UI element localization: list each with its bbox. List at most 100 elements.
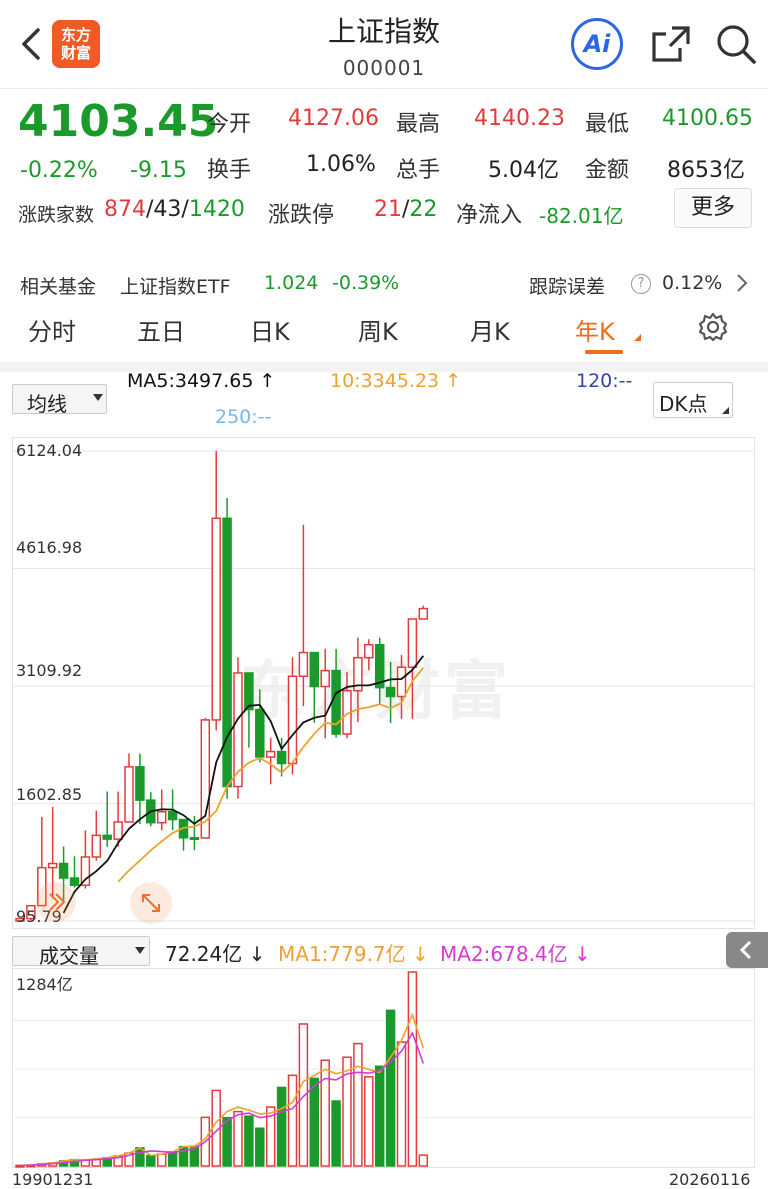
ma250-value: 250:-- xyxy=(215,406,272,428)
volume-value: 5.04亿 xyxy=(488,158,559,183)
netflow-value: -82.01亿 xyxy=(539,204,624,228)
limit-down-count: 22 xyxy=(409,197,438,222)
vol-ma2-line xyxy=(19,1031,425,1167)
volume-bar xyxy=(418,1154,429,1167)
fund-name[interactable]: 上证指数ETF xyxy=(120,272,231,299)
ma120-value: 120:-- xyxy=(576,370,633,392)
candle-body xyxy=(407,618,418,668)
tab-dropdown-icon[interactable] xyxy=(634,334,641,341)
candle-body xyxy=(385,686,396,698)
tab-3[interactable]: 周K xyxy=(358,312,398,347)
tab-4[interactable]: 月K xyxy=(470,312,510,347)
candle-body xyxy=(189,837,200,841)
candle-body xyxy=(167,811,178,821)
x-end-date: 20260116 xyxy=(669,1170,751,1189)
y-tick-label: 1602.85 xyxy=(16,785,83,804)
down-count: 1420 xyxy=(188,197,245,222)
candle-body xyxy=(113,821,123,840)
volume-bar xyxy=(385,1009,396,1167)
limit-up-count: 21 xyxy=(374,197,402,222)
limit-values: 21/22 xyxy=(374,197,438,222)
volume-bar xyxy=(331,1100,341,1167)
volume-ma1: MA1:779.7亿 ↓ xyxy=(278,942,429,966)
volume-label: 总手 xyxy=(396,158,441,183)
candle-body xyxy=(309,651,320,688)
candle-body xyxy=(58,862,69,879)
volume-bar xyxy=(167,1151,178,1167)
active-tab-indicator xyxy=(585,350,623,354)
tab-2[interactable]: 日K xyxy=(250,312,290,347)
share-icon[interactable] xyxy=(650,22,694,66)
breadth-label: 涨跌家数 xyxy=(18,204,95,226)
breadth-values: 874/43/1420 xyxy=(104,197,245,222)
high-label: 最高 xyxy=(396,112,441,137)
kline-chart[interactable] xyxy=(0,437,768,929)
volume-bar xyxy=(244,1115,254,1167)
y-tick-label: 6124.04 xyxy=(16,441,83,460)
volume-bar xyxy=(146,1154,156,1167)
candle-body xyxy=(156,811,167,824)
search-icon[interactable] xyxy=(714,22,758,66)
low-label: 最低 xyxy=(585,112,630,137)
volume-bar xyxy=(374,1065,385,1167)
ma10-value: 10:3345.23 ↑ xyxy=(330,370,462,392)
candle-body xyxy=(298,651,309,677)
chevron-right-icon[interactable] xyxy=(734,270,750,300)
app-logo: 东方 财富 xyxy=(52,20,100,68)
volume-indicator-selector[interactable]: 成交量 xyxy=(12,936,150,968)
candle-body xyxy=(418,607,429,620)
candle-body xyxy=(276,750,287,765)
high-value: 4140.23 xyxy=(474,106,565,131)
candle-body xyxy=(320,669,330,688)
turnover-label: 换手 xyxy=(207,158,252,183)
fund-change: -0.39% xyxy=(332,272,400,294)
expand-icon[interactable] xyxy=(130,882,172,924)
stock-code: 000001 xyxy=(342,56,426,80)
volume-bar xyxy=(255,1127,265,1167)
volume-chart[interactable] xyxy=(0,968,768,1168)
ma5-line xyxy=(62,655,425,914)
candle-body xyxy=(102,834,112,840)
tracking-error-label: 跟踪误差 xyxy=(529,276,606,298)
candle-body xyxy=(135,766,145,801)
tab-1[interactable]: 五日 xyxy=(137,312,185,347)
volume-current: 72.24亿 ↓ xyxy=(165,942,266,966)
tab-0[interactable]: 分时 xyxy=(28,312,76,347)
y-tick-label: 3109.92 xyxy=(16,661,83,680)
open-value: 4127.06 xyxy=(288,106,379,131)
y-tick-label: 4616.98 xyxy=(16,538,83,557)
candle-body xyxy=(124,766,134,823)
volume-bar xyxy=(396,1041,407,1167)
volume-bar xyxy=(364,1076,374,1167)
volume-bar xyxy=(222,1116,232,1167)
amount-value: 8653亿 xyxy=(667,158,745,183)
dk-point-button[interactable]: DK点 xyxy=(653,382,733,418)
candle-body xyxy=(200,719,211,839)
ma5-value: MA5:3497.65 ↑ xyxy=(127,370,276,392)
candle-body xyxy=(47,862,58,869)
indicator-selector[interactable]: 均线 xyxy=(12,384,107,416)
collapse-panel-button[interactable] xyxy=(726,932,768,968)
volume-bar xyxy=(287,1074,298,1167)
candle-body xyxy=(80,856,91,886)
ai-assistant-button[interactable]: Ai xyxy=(571,18,623,70)
tracking-error-value: 0.12% xyxy=(662,272,723,294)
tab-5[interactable]: 年K xyxy=(575,312,615,347)
more-button[interactable]: 更多 xyxy=(674,188,752,228)
candle-body xyxy=(364,643,374,659)
settings-gear-icon[interactable] xyxy=(697,311,729,347)
volume-bar xyxy=(320,1059,330,1167)
scroll-left-icon[interactable] xyxy=(36,882,76,922)
help-icon[interactable]: ? xyxy=(631,274,651,294)
low-value: 4100.65 xyxy=(662,106,753,131)
turnover-value: 1.06% xyxy=(306,152,376,177)
volume-max-label: 1284亿 xyxy=(16,975,73,994)
volume-bar xyxy=(309,1077,320,1167)
candle-body xyxy=(287,675,298,765)
flat-count: 43 xyxy=(153,197,182,222)
candle-body xyxy=(396,666,407,698)
back-icon[interactable] xyxy=(14,24,50,64)
candle-body xyxy=(211,517,221,721)
amount-label: 金额 xyxy=(585,158,630,183)
change-amount: -9.15 xyxy=(130,158,187,183)
